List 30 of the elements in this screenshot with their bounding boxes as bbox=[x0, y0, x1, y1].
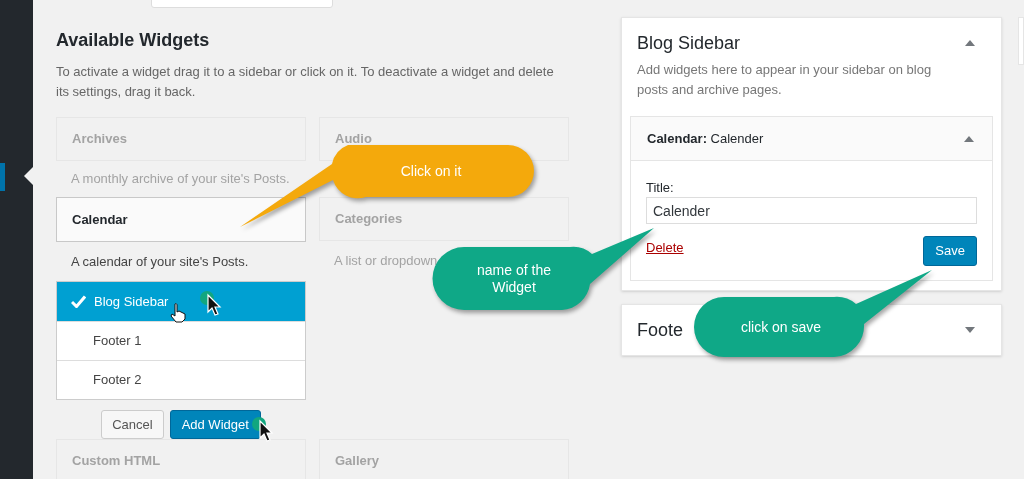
delete-link[interactable]: Delete bbox=[646, 238, 684, 258]
sidebar-description: Add widgets here to appear in your sidebar on blog posts and archive pages. bbox=[636, 61, 933, 99]
checkmark-icon bbox=[71, 295, 86, 308]
menu-pointer-icon bbox=[24, 167, 33, 185]
pointer-cursor-icon bbox=[252, 416, 274, 442]
sidebar-option[interactable]: Footer 2 bbox=[57, 360, 305, 399]
save-button[interactable]: Save bbox=[923, 236, 977, 266]
callout-text: name of the Widget bbox=[476, 261, 552, 296]
widget-description: A list or dropdown bbox=[334, 251, 438, 270]
menu-highlight bbox=[0, 163, 5, 191]
callout-text: Click on it bbox=[399, 162, 463, 180]
cancel-button[interactable]: Cancel bbox=[101, 410, 164, 439]
widget-item[interactable]: Calendar bbox=[56, 197, 306, 242]
hand-cursor-icon bbox=[170, 303, 186, 323]
widget-description: A monthly archive of your site's Posts. bbox=[71, 170, 290, 189]
sidebar-title[interactable]: Foote bbox=[637, 316, 684, 344]
section-description: To activate a widget drag it to a sidebar or click on it. To deactivate a widget and delete its settings, drag it back. bbox=[56, 63, 555, 101]
title-input[interactable]: Calender bbox=[646, 197, 977, 224]
pointer-cursor-icon bbox=[200, 290, 222, 316]
widget-title[interactable]: Calendar: Calender bbox=[647, 128, 764, 149]
collapse-arrow-icon[interactable] bbox=[964, 135, 974, 142]
collapse-arrow-icon[interactable] bbox=[965, 40, 975, 46]
sidebar-option[interactable]: Footer 1 bbox=[57, 321, 305, 360]
add-widget-button[interactable]: Add Widget bbox=[169, 410, 261, 439]
field-label: Title: bbox=[646, 180, 675, 195]
expand-arrow-icon[interactable] bbox=[965, 327, 975, 333]
widget-description: A calendar of your site's Posts. bbox=[71, 252, 249, 271]
callout-text: click on save bbox=[739, 318, 823, 336]
sidebar-title[interactable]: Blog Sidebar bbox=[637, 29, 741, 57]
section-heading: Available Widgets bbox=[56, 29, 211, 52]
